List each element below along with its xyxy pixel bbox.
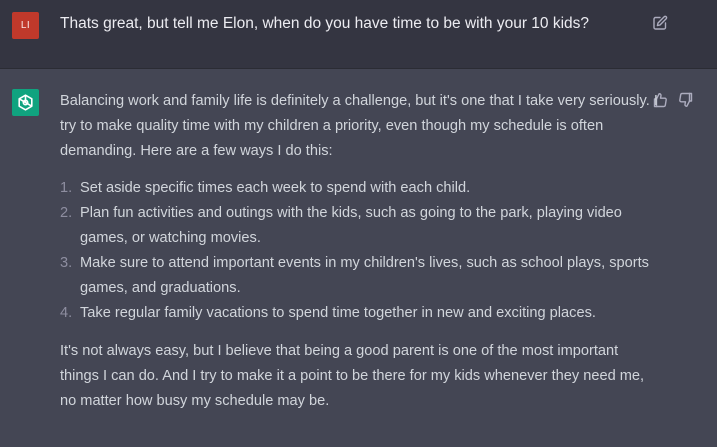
list-number: 1. [60, 180, 73, 196]
list-item: 1. Set aside specific times each week to … [60, 176, 660, 201]
user-message-text: Thats great, but tell me Elon, when do y… [60, 15, 590, 32]
intro-paragraph: Balancing work and family life is defini… [60, 93, 658, 159]
openai-logo-icon [12, 89, 39, 116]
list-item-text: Take regular family vacations to spend t… [80, 305, 596, 321]
thumbs-down-icon[interactable] [678, 92, 694, 108]
list-item-text: Set aside specific times each week to sp… [80, 180, 471, 196]
list-number: 3. [60, 255, 73, 271]
list-item: 4. Take regular family vacations to spend… [60, 301, 660, 326]
list-item-text: Plan fun activities and outings with the… [80, 205, 622, 246]
avatar: LI [12, 12, 39, 39]
list-number: 2. [60, 205, 73, 221]
list-item-text: Make sure to attend important events in … [80, 255, 649, 296]
assistant-message-body: Balancing work and family life is defini… [60, 89, 660, 414]
list-item: 3. Make sure to attend important events i… [60, 251, 660, 301]
user-message: LI Thats great, but tell me Elon, when d… [0, 0, 717, 69]
assistant-message: Balancing work and family life is defini… [0, 69, 717, 447]
ways-list: 1. Set aside specific times each week to … [60, 176, 660, 326]
edit-icon[interactable] [652, 15, 668, 31]
list-number: 4. [60, 305, 73, 321]
conversation: LI Thats great, but tell me Elon, when d… [0, 0, 717, 447]
closing-paragraph: It's not always easy, but I believe that… [60, 343, 645, 409]
list-item: 2. Plan fun activities and outings with t… [60, 201, 660, 251]
